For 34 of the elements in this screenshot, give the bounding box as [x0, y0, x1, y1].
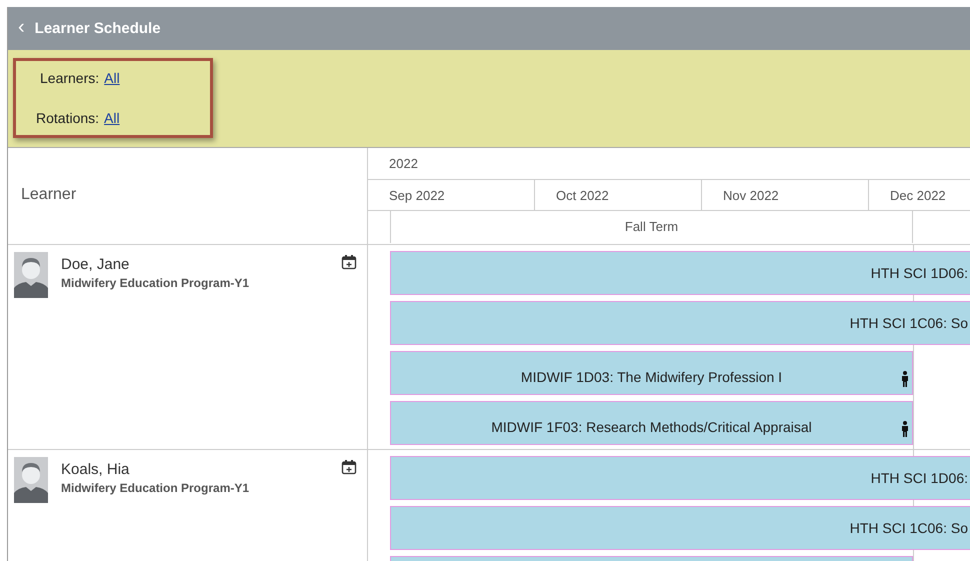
course-bar[interactable]: MIDWIF 1D03: The Midwifery Profession I — [390, 351, 913, 395]
month-header: Dec 2022 — [889, 187, 947, 205]
course-bar[interactable]: HTH SCI 1C06: So — [390, 506, 970, 550]
course-label: HTH SCI 1D06: — [870, 470, 968, 486]
calendar-add-icon — [341, 254, 357, 270]
filter-label: Rotations: — [36, 110, 100, 126]
page-title: Learner Schedule — [34, 20, 161, 37]
person-icon — [901, 371, 909, 387]
course-bar[interactable]: HTH SCI 1D06: — [390, 456, 970, 500]
avatar-icon — [14, 252, 48, 298]
filter-link[interactable]: All — [104, 70, 120, 86]
month-header: Nov 2022 — [702, 180, 869, 210]
course-label: HTH SCI 1C06: So — [850, 520, 968, 536]
learner-name: Doe, Jane — [61, 256, 130, 273]
column-header: Learner — [8, 148, 368, 244]
filter-link[interactable]: All — [104, 110, 120, 126]
avatar-icon — [14, 457, 48, 503]
course-label: HTH SCI 1C06: So — [850, 315, 968, 331]
filter-label: Learners: — [40, 70, 100, 86]
term-header: Fall Term — [391, 211, 913, 243]
course-bar[interactable]: MIDWIF 1F03: Research Methods/Critical Appraisal — [390, 401, 913, 445]
month-header: Oct 2022 — [535, 180, 702, 210]
month-header: Sep 2022 — [368, 180, 535, 210]
program-name: Midwifery Education Program-Y1 — [61, 276, 250, 290]
course-label: HTH SCI 1D06: — [870, 265, 968, 281]
calendar-add-icon — [341, 459, 357, 475]
program-name: Midwifery Education Program-Y1 — [61, 481, 250, 495]
year-label: 2022 — [368, 148, 970, 180]
course-bar[interactable]: HTH SCI 1D06: — [390, 251, 970, 295]
course-label: MIDWIF 1D03: The Midwifery Profession I — [520, 369, 782, 385]
person-icon — [901, 421, 909, 437]
course-bar[interactable]: HTH SCI 1C06: So — [390, 301, 970, 345]
course-label: MIDWIF 1F03: Research Methods/Critical Appraisal — [491, 419, 812, 435]
learner-name: Koals, Hia — [61, 461, 130, 478]
